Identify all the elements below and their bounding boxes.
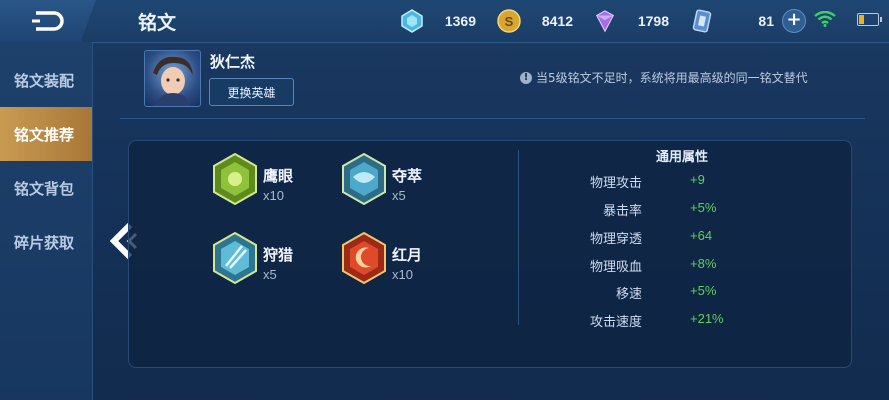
gem-value: 1798: [637, 13, 669, 29]
attribute-label: 物理攻击: [589, 176, 642, 191]
attribute-row: 暴击率 +5%: [560, 200, 840, 220]
rune-hunt-icon: [213, 232, 257, 284]
battery-level: [859, 15, 864, 24]
attribute-row: 攻击速度 +21%: [560, 311, 840, 331]
rune-name: 鹰眼: [263, 167, 294, 185]
sidebar-item-rune-equip[interactable]: 铭文装配: [0, 54, 92, 106]
diamond-value: 1369: [444, 13, 476, 29]
attribute-value: +21%: [690, 311, 724, 326]
rune-item[interactable]: 夺萃 x5: [341, 153, 511, 213]
attribute-row: 移速 +5%: [560, 283, 840, 303]
back-button[interactable]: [0, 0, 96, 42]
coupon-value: 81: [758, 13, 774, 29]
notice-text: 当5级铭文不足时，系统将用最高级的同一铭文替代: [536, 71, 808, 85]
rune-eagle-eye-icon: [213, 153, 257, 205]
sidebar-item-rune-bag[interactable]: 铭文背包: [0, 162, 92, 214]
notice: ! 当5级铭文不足时，系统将用最高级的同一铭文替代: [520, 69, 808, 86]
sidebar: 铭文装配 铭文推荐 铭文背包 碎片获取: [0, 42, 93, 400]
svg-text:S: S: [505, 14, 514, 29]
attribute-label: 移速: [615, 287, 642, 302]
attribute-label: 物理吸血: [589, 260, 642, 275]
attribute-value: +9: [690, 172, 705, 187]
rune-seize-icon: [342, 153, 386, 205]
rune-count: x10: [263, 188, 284, 203]
rune-name: 红月: [392, 246, 423, 264]
attribute-value: +8%: [690, 256, 717, 271]
top-bar: 铭文 1369 S 8412 1798 81 +: [0, 0, 889, 43]
panel-divider: [518, 150, 519, 325]
attribute-label: 物理穿透: [589, 232, 642, 247]
purple-gem-icon: [595, 10, 615, 33]
gold-counter: S 8412: [497, 8, 573, 34]
hero-portrait-icon: [153, 56, 193, 106]
attribute-value: +5%: [690, 200, 717, 215]
wifi-icon: [814, 11, 836, 27]
sidebar-item-rune-recommend[interactable]: 铭文推荐: [0, 107, 92, 161]
coupon-counter: 81 +: [690, 8, 806, 34]
back-icon: [32, 11, 64, 31]
rune-count: x5: [263, 267, 277, 282]
info-icon: !: [520, 71, 532, 84]
add-coupon-button[interactable]: +: [782, 9, 806, 33]
attribute-row: 物理吸血 +8%: [560, 256, 840, 276]
change-hero-button[interactable]: 更换英雄: [209, 78, 294, 106]
sidebar-item-fragment-get[interactable]: 碎片获取: [0, 216, 92, 268]
rune-name: 狩猎: [263, 246, 294, 264]
rune-name: 夺萃: [392, 167, 423, 185]
attributes-title: 通用属性: [656, 150, 709, 165]
diamond-counter: 1369: [400, 8, 476, 34]
attribute-value: +5%: [690, 283, 717, 298]
rune-item[interactable]: 红月 x10: [341, 232, 511, 292]
coupon-icon: [692, 9, 712, 33]
attribute-value: +64: [690, 228, 713, 243]
rune-count: x5: [392, 188, 406, 203]
diamond-icon: [401, 9, 423, 33]
divider: [120, 118, 865, 119]
attribute-label: 暴击率: [602, 204, 642, 219]
attribute-row: 物理穿透 +64: [560, 228, 840, 248]
hero-name: 狄仁杰: [210, 53, 256, 71]
gold-value: 8412: [541, 13, 573, 29]
hero-avatar[interactable]: [144, 50, 201, 107]
rune-count: x10: [392, 267, 413, 282]
gold-coin-icon: S: [497, 9, 521, 33]
attribute-row: 物理攻击 +9: [560, 172, 840, 192]
rune-red-moon-icon: [342, 232, 386, 284]
page-title: 铭文: [138, 12, 177, 34]
attribute-label: 攻击速度: [589, 315, 642, 330]
gem-counter: 1798: [593, 8, 669, 34]
battery-icon: [857, 13, 882, 26]
